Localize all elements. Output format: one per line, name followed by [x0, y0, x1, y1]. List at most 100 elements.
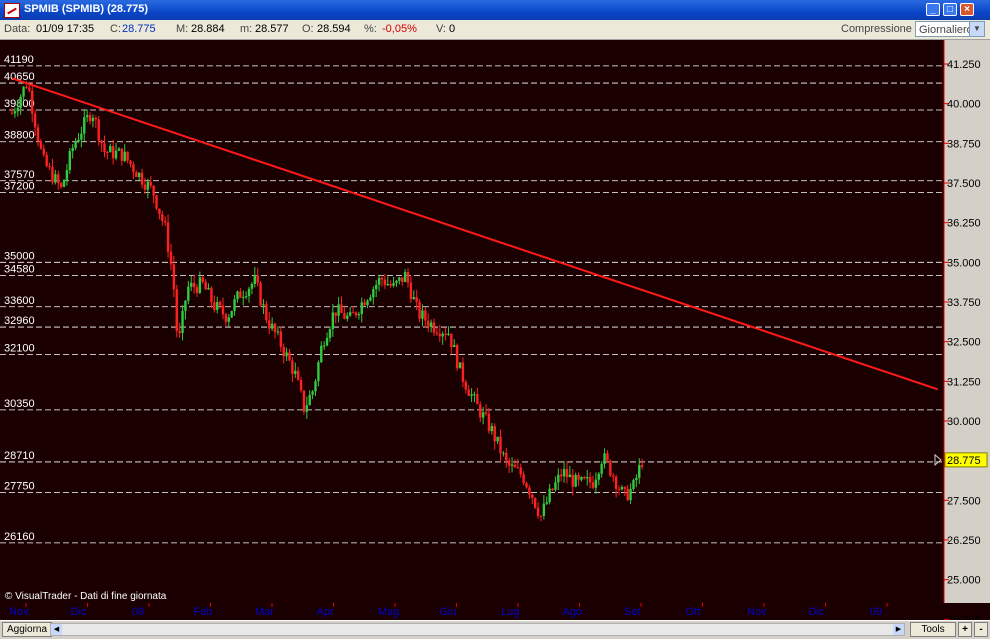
candle-body	[65, 170, 69, 180]
level-label: 38800	[4, 130, 35, 142]
candle-body	[308, 394, 311, 406]
x-tick-label: Ott	[686, 606, 701, 618]
y-axis-panel	[944, 40, 990, 603]
candle-body	[386, 284, 389, 286]
candle-body	[233, 299, 236, 311]
candle-body	[282, 346, 285, 357]
level-label: 33600	[4, 295, 35, 307]
candle-body	[106, 152, 109, 154]
candle-body	[571, 474, 574, 487]
horizontal-scrollbar[interactable]: ◀ ▶	[50, 623, 905, 636]
last-price-value: 28.775	[947, 455, 981, 467]
x-tick-label: Apr	[317, 606, 334, 618]
candle-body	[542, 503, 546, 516]
window-titlebar: SPMIB (SPMIB) (28.775) _ □ ×	[0, 0, 990, 20]
candle-body	[216, 302, 219, 310]
candle-body	[279, 331, 283, 347]
candle-body	[36, 127, 40, 142]
candle-body	[461, 362, 465, 382]
candle-body	[273, 323, 277, 333]
candle-body	[74, 141, 77, 148]
candle-body	[239, 291, 242, 298]
candle-body	[169, 251, 173, 265]
candle-body	[435, 332, 439, 334]
zoom-out-button[interactable]: -	[974, 622, 988, 637]
candle-body	[528, 487, 531, 495]
scroll-left-icon[interactable]: ◀	[51, 624, 62, 635]
candle-body	[565, 469, 569, 478]
date-value: 01/09 17:35	[36, 23, 95, 35]
candle-body	[19, 96, 22, 108]
candle-body	[181, 310, 184, 334]
candle-body	[609, 460, 612, 476]
candle-body	[476, 394, 479, 405]
candle-body	[236, 291, 239, 300]
compression-select[interactable]: Giornaliero ▼	[915, 21, 985, 37]
y-tick-label: 26.250	[947, 535, 981, 547]
candle-body	[401, 277, 404, 282]
candle-body	[57, 174, 60, 184]
candle-body	[201, 277, 204, 282]
minimize-button[interactable]: _	[926, 3, 940, 16]
candle-body	[429, 322, 433, 327]
candle-body	[640, 465, 644, 467]
candle-body	[120, 148, 124, 161]
candle-body	[54, 174, 57, 183]
candle-body	[432, 322, 436, 333]
candle-body	[270, 323, 274, 329]
candle-body	[340, 304, 343, 313]
candle-body	[135, 171, 138, 178]
maximize-button[interactable]: □	[943, 3, 957, 16]
zoom-in-button[interactable]: +	[958, 622, 972, 637]
candle-body	[638, 465, 641, 478]
candle-body	[172, 264, 176, 290]
max-value: 28.884	[191, 23, 225, 35]
candle-body	[559, 474, 563, 477]
x-axis-labels: Nov Dic 08 Feb Mar Apr Mag Giu Lug Ago Set Ott Nov Di…	[9, 603, 888, 618]
candle-body	[22, 86, 25, 97]
candle-body	[487, 413, 491, 432]
window-title: SPMIB (SPMIB) (28.775)	[24, 3, 149, 15]
candle-body	[42, 148, 45, 155]
candle-body	[285, 352, 288, 357]
candle-body	[519, 467, 522, 475]
candle-body	[490, 426, 494, 432]
candle-body	[600, 463, 603, 474]
close-label: C:	[110, 23, 121, 35]
y-tick-label: 37.500	[947, 178, 981, 190]
candle-body	[507, 460, 511, 466]
y-tick-label: 27.500	[947, 495, 981, 507]
candle-body	[363, 302, 366, 306]
close-button[interactable]: ×	[960, 3, 974, 16]
candle-body	[129, 160, 132, 165]
candle-body	[620, 487, 624, 490]
candle-body	[360, 302, 363, 315]
candle-body	[68, 151, 72, 171]
chevron-down-icon[interactable]: ▼	[969, 22, 984, 36]
candle-body	[343, 312, 346, 319]
candle-body	[522, 474, 525, 483]
candle-body	[97, 119, 100, 141]
tools-button[interactable]: Tools	[910, 622, 956, 637]
candle-body	[510, 464, 514, 466]
scroll-right-icon[interactable]: ▶	[893, 624, 904, 635]
price-chart[interactable]: 4119040650398003880037570372003500034580…	[0, 40, 990, 620]
candle-body	[149, 181, 152, 186]
refresh-button[interactable]: Aggiorna	[2, 622, 53, 637]
candle-body	[337, 304, 340, 316]
candle-body	[453, 345, 456, 348]
candle-body	[126, 151, 129, 161]
y-tick-label: 25.000	[947, 575, 981, 587]
candle-body	[302, 390, 306, 412]
volume-label: V:	[436, 23, 446, 35]
candle-body	[614, 476, 618, 489]
level-label: 32100	[4, 342, 35, 354]
level-label: 41190	[4, 54, 34, 66]
candle-body	[207, 287, 210, 290]
candle-body	[328, 329, 332, 338]
candle-body	[91, 117, 95, 122]
candle-body	[224, 314, 228, 322]
quote-info-bar: Data: 01/09 17:35 C: 28.775 M: 28.884 m:…	[0, 20, 990, 40]
candle-body	[109, 146, 112, 153]
candle-body	[317, 362, 320, 382]
